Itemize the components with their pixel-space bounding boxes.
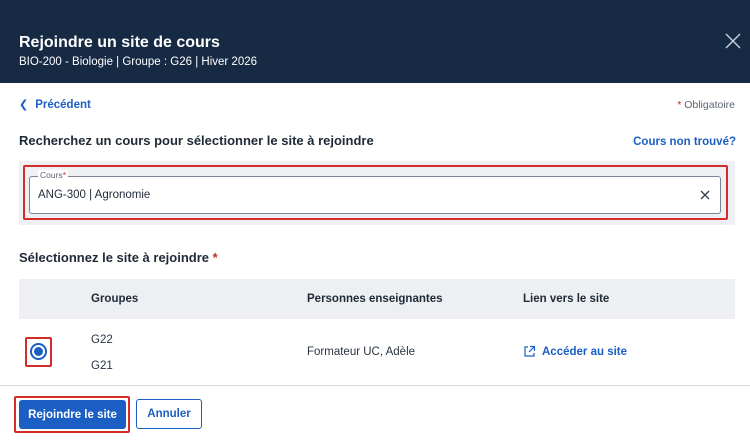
course-field-label: Cours* — [38, 170, 68, 180]
select-required-star: * — [212, 250, 218, 265]
access-site-link[interactable]: Accéder au site — [523, 345, 627, 358]
chevron-left-icon: ❮ — [19, 99, 29, 111]
required-note: * Obligatoire — [677, 99, 735, 111]
select-section-title: Sélectionnez le site à rejoindre * — [19, 250, 218, 265]
modal-header: Rejoindre un site de cours BIO-200 - Bio… — [0, 0, 750, 83]
search-section-title: Recherchez un cours pour sélectionner le… — [19, 133, 374, 148]
join-site-button[interactable]: Rejoindre le site — [19, 400, 126, 429]
back-link-label: Précédent — [35, 98, 91, 111]
modal-subtitle: BIO-200 - Biologie | Groupe : G26 | Hive… — [19, 56, 258, 68]
radio-selected-dot — [34, 347, 43, 356]
back-link[interactable]: ❮ Précédent — [19, 98, 91, 112]
site-radio[interactable] — [30, 343, 47, 360]
access-site-link-label: Accéder au site — [542, 345, 628, 358]
modal-title: Rejoindre un site de cours — [19, 34, 220, 51]
row-group-second: G21 — [91, 360, 113, 372]
select-section-title-text: Sélectionnez le site à rejoindre — [19, 250, 210, 265]
column-header-groups: Groupes — [91, 293, 139, 305]
cancel-button[interactable]: Annuler — [136, 399, 202, 429]
column-header-teachers: Personnes enseignantes — [307, 293, 443, 305]
row-teacher: Formateur UC, Adèle — [307, 346, 416, 358]
course-input[interactable] — [38, 186, 678, 204]
required-star: * — [677, 99, 682, 111]
clear-icon[interactable] — [699, 189, 711, 201]
course-field-label-text: Cours — [40, 170, 63, 180]
column-header-link: Lien vers le site — [523, 293, 610, 305]
footer-divider — [0, 385, 750, 386]
row-group-first: G22 — [91, 334, 113, 346]
required-label: Obligatoire — [684, 99, 735, 111]
external-link-icon — [524, 345, 536, 357]
course-field-star: * — [62, 170, 66, 180]
course-not-found-link[interactable]: Cours non trouvé? — [633, 136, 736, 148]
close-icon[interactable] — [724, 32, 742, 50]
